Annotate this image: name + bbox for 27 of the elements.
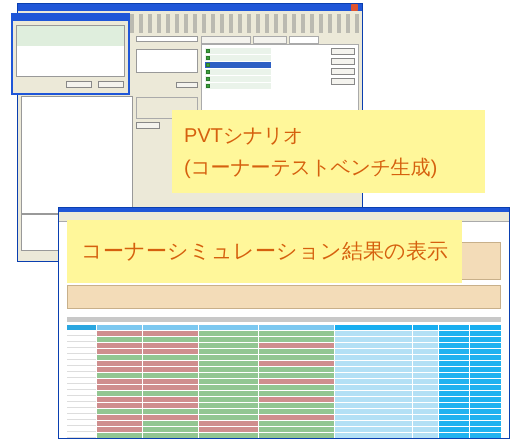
tab[interactable] [289,36,319,44]
checkbox[interactable] [206,70,210,74]
scenario-row[interactable] [205,55,271,62]
scenario-row[interactable] [205,69,271,76]
scenario-row[interactable] [205,62,271,68]
callout-text: コーナーシミュレーション結果の表示 [81,238,448,264]
add-button[interactable] [331,48,355,56]
callout-text: (コーナーテストベンチ生成) [184,156,438,180]
ok-button[interactable] [66,81,92,88]
checkbox[interactable] [206,63,210,68]
checkbox[interactable] [206,84,210,88]
scenario-row[interactable] [205,76,271,82]
test-button[interactable] [136,122,160,130]
checkbox[interactable] [206,56,210,60]
checkbox[interactable] [206,77,210,82]
callout-text: PVTシナリオ [184,124,304,148]
name-field[interactable] [136,36,198,42]
update-button[interactable] [176,82,198,88]
clear-button[interactable] [331,78,355,86]
scenario-row[interactable] [205,83,271,90]
scenario-row[interactable] [205,48,271,54]
checkbox[interactable] [206,49,210,54]
cancel-button[interactable] [98,81,124,88]
description-field[interactable] [136,49,198,74]
rename-button[interactable] [331,58,355,66]
delete-button[interactable] [331,68,355,76]
tab[interactable] [253,36,287,44]
